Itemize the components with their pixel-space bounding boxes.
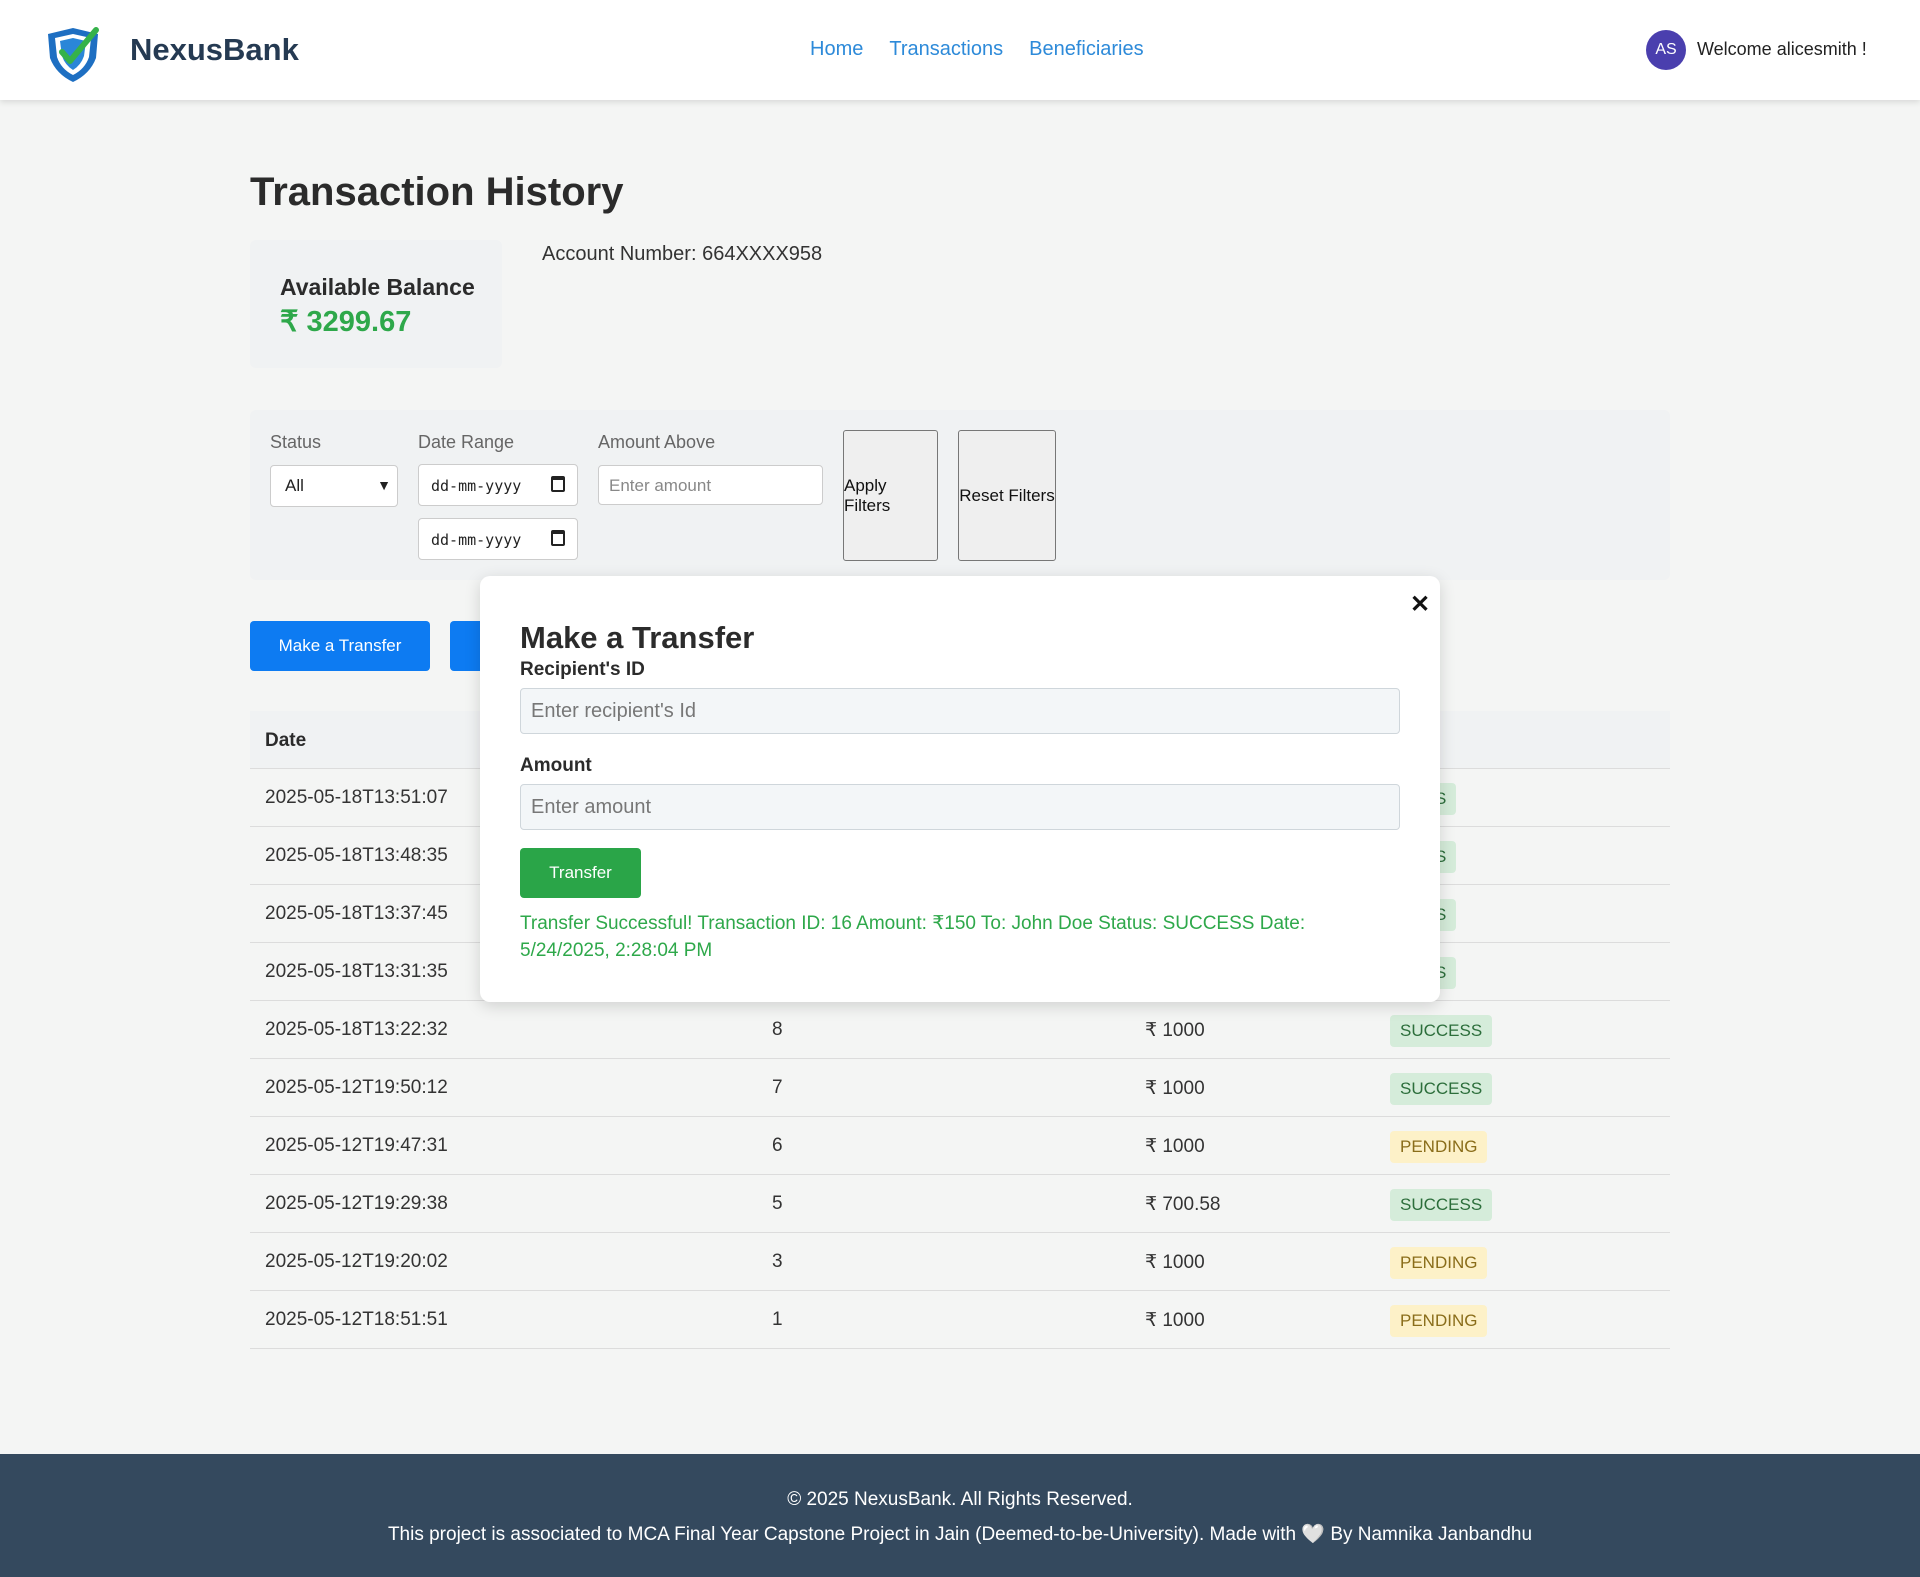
row-transaction-id: 3 [772,1251,783,1272]
amount-label: Amount [520,755,592,776]
row-transaction-id: 7 [772,1077,783,1098]
row-date: 2025-05-18T13:22:32 [265,1019,448,1040]
reset-filters-button[interactable]: Reset Filters [958,430,1056,561]
nav-link-home[interactable]: Home [810,38,863,61]
calendar-icon[interactable] [551,530,565,546]
row-amount: ₹ 1000 [1145,1252,1205,1273]
row-date: 2025-05-18T13:37:45 [265,903,448,924]
row-date: 2025-05-12T19:29:38 [265,1193,448,1214]
table-row: 2025-05-18T13:22:32 8 ₹ 1000 SUCCESS [250,1001,1670,1059]
row-transaction-id: 5 [772,1193,783,1214]
row-transaction-id: 6 [772,1135,783,1156]
close-icon[interactable]: ✕ [1410,590,1430,619]
status-badge: PENDING [1390,1247,1488,1279]
top-header: NexusBank Home Transactions Beneficiarie… [0,0,1920,100]
row-amount: ₹ 1000 [1145,1136,1205,1157]
apply-filters-button[interactable]: Apply Filters [843,430,938,561]
transfer-success-message: Transfer Successful! Transaction ID: 16 … [520,913,1306,961]
shield-check-logo-icon[interactable] [40,24,106,84]
status-badge: SUCCESS [1390,1015,1493,1047]
row-date: 2025-05-12T19:50:12 [265,1077,448,1098]
date-to-input[interactable]: dd-mm-yyyy [418,518,578,560]
status-badge: PENDING [1390,1131,1488,1163]
balance-value: ₹ 3299.67 [280,306,412,338]
calendar-icon[interactable] [551,476,565,492]
account-number: Account Number: 664XXXX958 [542,243,823,265]
table-row: 2025-05-12T19:29:38 5 ₹ 700.58 SUCCESS [250,1175,1670,1233]
status-select[interactable]: All ▼ [270,465,398,507]
recipient-id-input[interactable]: Enter recipient's Id [520,688,1400,734]
avatar[interactable]: AS [1646,30,1686,70]
transfer-button[interactable]: Transfer [520,848,641,898]
balance-card: Available Balance ₹ 3299.67 [250,240,502,368]
date-from-input[interactable]: dd-mm-yyyy [418,464,578,506]
nav-link-beneficiaries[interactable]: Beneficiaries [1029,38,1144,61]
row-amount: ₹ 700.58 [1145,1194,1221,1215]
make-transfer-button[interactable]: Make a Transfer [250,621,430,671]
status-select-value: All [285,476,304,495]
amount-input[interactable]: Enter amount [520,784,1400,830]
recipient-id-label: Recipient's ID [520,659,645,680]
date-to-placeholder: dd-mm-yyyy [431,531,522,549]
nav-link-transactions[interactable]: Transactions [889,38,1003,61]
row-date: 2025-05-18T13:31:35 [265,961,448,982]
date-range-label: Date Range [418,432,515,452]
row-date: 2025-05-12T19:47:31 [265,1135,448,1156]
row-amount: ₹ 1000 [1145,1078,1205,1099]
balance-label: Available Balance [280,274,475,300]
date-from-placeholder: dd-mm-yyyy [431,477,522,495]
amount-above-input[interactable]: Enter amount [598,465,823,505]
status-badge: PENDING [1390,1305,1488,1337]
footer: © 2025 NexusBank. All Rights Reserved. T… [0,1454,1920,1577]
page-title: Transaction History [250,170,624,214]
table-row: 2025-05-12T19:50:12 7 ₹ 1000 SUCCESS [250,1059,1670,1117]
row-amount: ₹ 1000 [1145,1020,1205,1041]
column-header-date: Date [265,730,307,751]
brand-name[interactable]: NexusBank [130,32,299,68]
row-amount: ₹ 1000 [1145,1310,1205,1331]
table-row: 2025-05-12T18:51:51 1 ₹ 1000 PENDING [250,1291,1670,1349]
footer-credits: This project is associated to MCA Final … [387,1524,1533,1545]
welcome-text: Welcome alicesmith ! [1697,39,1867,59]
main-nav: Home Transactions Beneficiaries [810,38,1144,61]
row-transaction-id: 1 [772,1309,783,1330]
chevron-down-icon: ▼ [377,477,391,493]
modal-title: Make a Transfer [520,620,755,655]
status-filter-label: Status [270,432,322,452]
amount-above-label: Amount Above [598,432,716,452]
table-row: 2025-05-12T19:47:31 6 ₹ 1000 PENDING [250,1117,1670,1175]
status-badge: SUCCESS [1390,1189,1493,1221]
row-transaction-id: 8 [772,1019,783,1040]
status-badge: SUCCESS [1390,1073,1493,1105]
row-date: 2025-05-12T18:51:51 [265,1309,448,1330]
row-date: 2025-05-18T13:51:07 [265,787,448,808]
row-date: 2025-05-18T13:48:35 [265,845,448,866]
footer-copyright: © 2025 NexusBank. All Rights Reserved. [787,1489,1133,1510]
row-date: 2025-05-12T19:20:02 [265,1251,448,1272]
table-row: 2025-05-12T19:20:02 3 ₹ 1000 PENDING [250,1233,1670,1291]
